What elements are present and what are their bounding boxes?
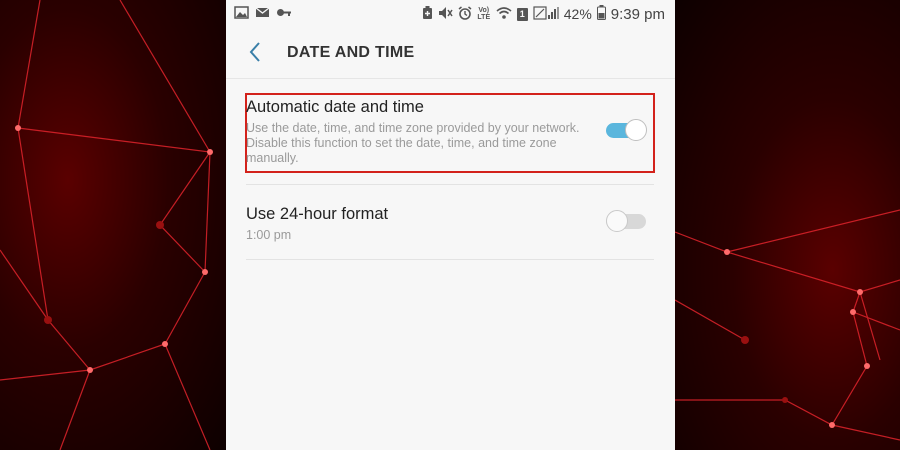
- setting-automatic-date-time[interactable]: Automatic date and time Use the date, ti…: [246, 98, 654, 166]
- network-lines-decoration-right: [675, 209, 900, 441]
- signal-icon: [533, 5, 559, 23]
- alarm-icon: [458, 5, 472, 23]
- sim-icon: 1: [516, 7, 528, 21]
- divider: [246, 259, 654, 260]
- key-icon: [276, 6, 292, 22]
- mute-icon: [438, 6, 453, 23]
- battery-percentage: 42%: [563, 6, 592, 22]
- gallery-icon: [234, 6, 249, 22]
- setting-title: Automatic date and time: [246, 98, 424, 116]
- app-header: DATE AND TIME: [226, 30, 675, 79]
- page-title: DATE AND TIME: [287, 44, 415, 61]
- settings-screen: Vo) LTE 1 42% 9:39 pm DATE AND TIME Auto…: [226, 0, 675, 450]
- volte-icon: Vo) LTE: [477, 7, 491, 21]
- background-left-network-art: [0, 0, 226, 450]
- setting-description: 1:00 pm: [246, 228, 292, 242]
- battery-saver-icon: [422, 5, 433, 23]
- status-bar: Vo) LTE 1 42% 9:39 pm: [226, 0, 675, 30]
- setting-description: Use the date, time, and time zone provid…: [246, 121, 580, 165]
- wifi-icon: [496, 6, 512, 22]
- mail-icon: [255, 6, 270, 22]
- background-right-network-art: [675, 0, 900, 450]
- chevron-left-icon[interactable]: [248, 40, 262, 68]
- setting-24-hour-format[interactable]: Use 24-hour format 1:00 pm: [246, 205, 654, 243]
- clock: 9:39 pm: [610, 5, 665, 23]
- setting-title: Use 24-hour format: [246, 205, 389, 223]
- battery-icon: [596, 5, 606, 23]
- automatic-date-time-toggle[interactable]: [606, 119, 647, 141]
- network-lines-decoration: [0, 0, 213, 450]
- divider: [246, 184, 654, 185]
- 24-hour-format-toggle[interactable]: [606, 210, 646, 232]
